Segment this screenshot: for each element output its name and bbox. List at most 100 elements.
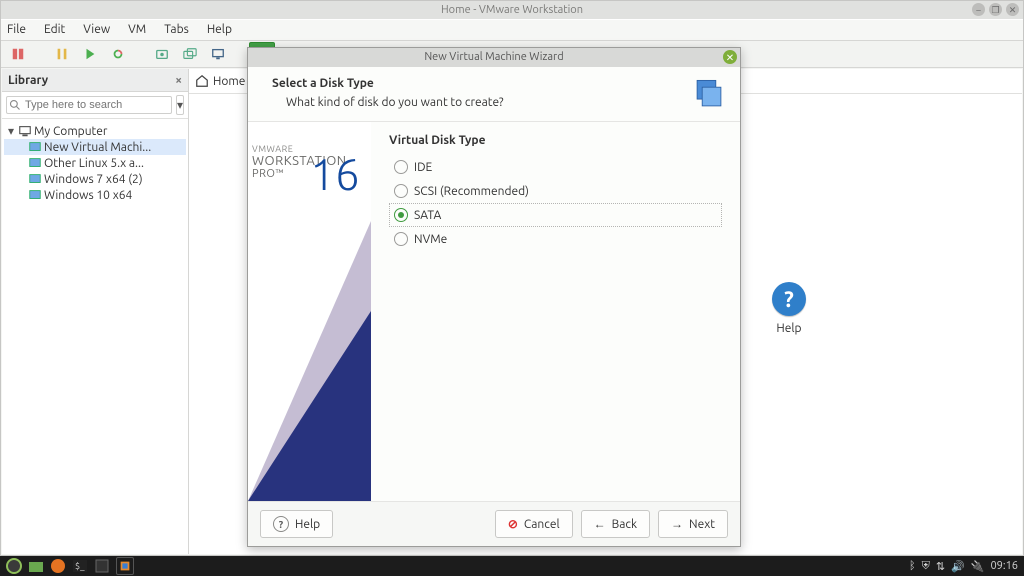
cancel-icon: ⊘ (508, 517, 518, 531)
dialog-titlebar[interactable]: New Virtual Machine Wizard ✕ (248, 48, 740, 67)
radio-label: NVMe (414, 233, 447, 246)
dialog-brand-pane: VMWARE WORKSTATION PRO™ 16 (248, 122, 371, 501)
tree-item[interactable]: Windows 7 x64 (2) (4, 171, 186, 187)
vm-icon (28, 140, 42, 154)
toolbar-library-icon[interactable] (5, 42, 31, 66)
back-button-label: Back (612, 518, 637, 531)
dialog-body: VMWARE WORKSTATION PRO™ 16 Virtual Disk … (248, 122, 740, 501)
search-dropdown-button[interactable]: ▾ (176, 95, 184, 115)
window-controls: – ❐ ✕ (972, 3, 1019, 16)
menu-tabs[interactable]: Tabs (162, 20, 191, 40)
vm-icon (28, 188, 42, 202)
brand-triangle-dark (248, 311, 371, 501)
disk-icon (692, 77, 726, 111)
toolbar-snapshot-icon[interactable] (149, 42, 175, 66)
window-title: Home - VMware Workstation (441, 4, 583, 16)
radio-label: SCSI (Recommended) (414, 185, 529, 198)
help-label: Help (776, 322, 801, 335)
help-icon: ? (772, 282, 806, 316)
next-button[interactable]: → Next (658, 510, 728, 538)
vm-icon (28, 172, 42, 186)
start-menu-icon[interactable] (6, 558, 22, 574)
taskbar[interactable]: $_ ᛒ ⛨ ⇅ 🔊 🔌 09:16 (0, 556, 1024, 576)
cancel-button[interactable]: ⊘ Cancel (495, 510, 573, 538)
radio-icon (394, 232, 408, 246)
maximize-button[interactable]: ❐ (989, 3, 1002, 16)
disk-type-option[interactable]: NVMe (389, 227, 722, 251)
tree-item-label: Windows 10 x64 (44, 189, 132, 202)
tree-item-label: New Virtual Machi... (44, 141, 151, 154)
library-header: Library × (2, 69, 188, 92)
radio-label: SATA (414, 209, 441, 222)
radio-icon (394, 184, 408, 198)
bluetooth-icon[interactable]: ᛒ (909, 560, 916, 572)
terminal-icon[interactable]: $_ (72, 558, 88, 574)
arrow-right-icon: → (671, 517, 683, 531)
library-tree[interactable]: ▾ My Computer New Virtual Machi... Other… (2, 119, 188, 554)
dialog-main: Virtual Disk Type IDE SCSI (Recommended) S… (371, 122, 740, 501)
tab-label: Home (213, 75, 245, 88)
svg-text:$_: $_ (75, 561, 85, 571)
dialog-subheading: What kind of disk do you want to create? (286, 96, 504, 109)
dialog-title: New Virtual Machine Wizard (424, 51, 563, 63)
tray: ᛒ ⛨ ⇅ 🔊 🔌 09:16 (909, 560, 1018, 573)
menu-view[interactable]: View (81, 20, 112, 40)
brand-version: 16 (310, 150, 360, 199)
window-titlebar[interactable]: Home - VMware Workstation – ❐ ✕ (1, 1, 1023, 19)
volume-icon[interactable]: 🔊 (951, 560, 965, 573)
radio-label: IDE (414, 161, 432, 174)
tree-item-label: Other Linux 5.x a... (44, 157, 144, 170)
library-search-input[interactable] (6, 96, 172, 114)
menu-file[interactable]: File (5, 20, 28, 40)
radio-icon (394, 160, 408, 174)
disk-type-option[interactable]: IDE (389, 155, 722, 179)
library-pane: Library × ▾ ▾ My Computer (2, 69, 189, 554)
toolbar-separator (33, 42, 47, 66)
tree-item[interactable]: New Virtual Machi... (4, 139, 186, 155)
tree-root[interactable]: ▾ My Computer (4, 123, 186, 139)
firefox-icon[interactable] (50, 558, 66, 574)
disk-type-option[interactable]: SCSI (Recommended) (389, 179, 722, 203)
toolbar-play-icon[interactable] (77, 42, 103, 66)
help-button[interactable]: ? Help (260, 510, 333, 538)
library-title: Library (8, 74, 48, 87)
toolbar-separator (133, 42, 147, 66)
menu-vm[interactable]: VM (126, 20, 148, 40)
tree-item[interactable]: Other Linux 5.x a... (4, 155, 186, 171)
menu-edit[interactable]: Edit (42, 20, 67, 40)
back-button[interactable]: ← Back (581, 510, 650, 538)
new-vm-wizard-dialog: New Virtual Machine Wizard ✕ Select a Di… (247, 47, 741, 547)
arrow-left-icon: ← (594, 517, 606, 531)
vmware-taskbar-icon[interactable] (116, 557, 134, 575)
tree-item[interactable]: Windows 10 x64 (4, 187, 186, 203)
toolbar-separator (233, 42, 247, 66)
disk-type-option[interactable]: SATA (389, 203, 722, 227)
library-search-row: ▾ (2, 92, 188, 119)
minimize-button[interactable]: – (972, 3, 985, 16)
help-tile[interactable]: ? Help (772, 282, 806, 335)
files-icon[interactable] (28, 558, 44, 574)
app-icon[interactable] (94, 558, 110, 574)
computer-icon (18, 124, 32, 138)
toolbar-pause-icon[interactable] (49, 42, 75, 66)
radio-icon (394, 208, 408, 222)
toolbar-snapshot-mgr-icon[interactable] (177, 42, 203, 66)
home-icon (195, 74, 209, 88)
menu-bar: File Edit View VM Tabs Help (1, 19, 1023, 41)
question-icon: ? (273, 516, 289, 532)
toolbar-display-icon[interactable] (205, 42, 231, 66)
clock[interactable]: 09:16 (990, 560, 1018, 572)
network-icon[interactable]: ⇅ (936, 560, 945, 573)
vm-icon (28, 156, 42, 170)
dialog-heading: Select a Disk Type (272, 77, 504, 90)
shield-icon[interactable]: ⛨ (922, 560, 930, 573)
menu-help[interactable]: Help (205, 20, 234, 40)
help-button-label: Help (295, 518, 320, 531)
dialog-close-button[interactable]: ✕ (723, 50, 737, 64)
battery-icon[interactable]: 🔌 (971, 560, 985, 573)
close-button[interactable]: ✕ (1006, 3, 1019, 16)
section-heading: Virtual Disk Type (389, 134, 722, 147)
toolbar-refresh-icon[interactable] (105, 42, 131, 66)
dialog-header: Select a Disk Type What kind of disk do … (248, 67, 740, 122)
library-close-icon[interactable]: × (175, 74, 182, 87)
